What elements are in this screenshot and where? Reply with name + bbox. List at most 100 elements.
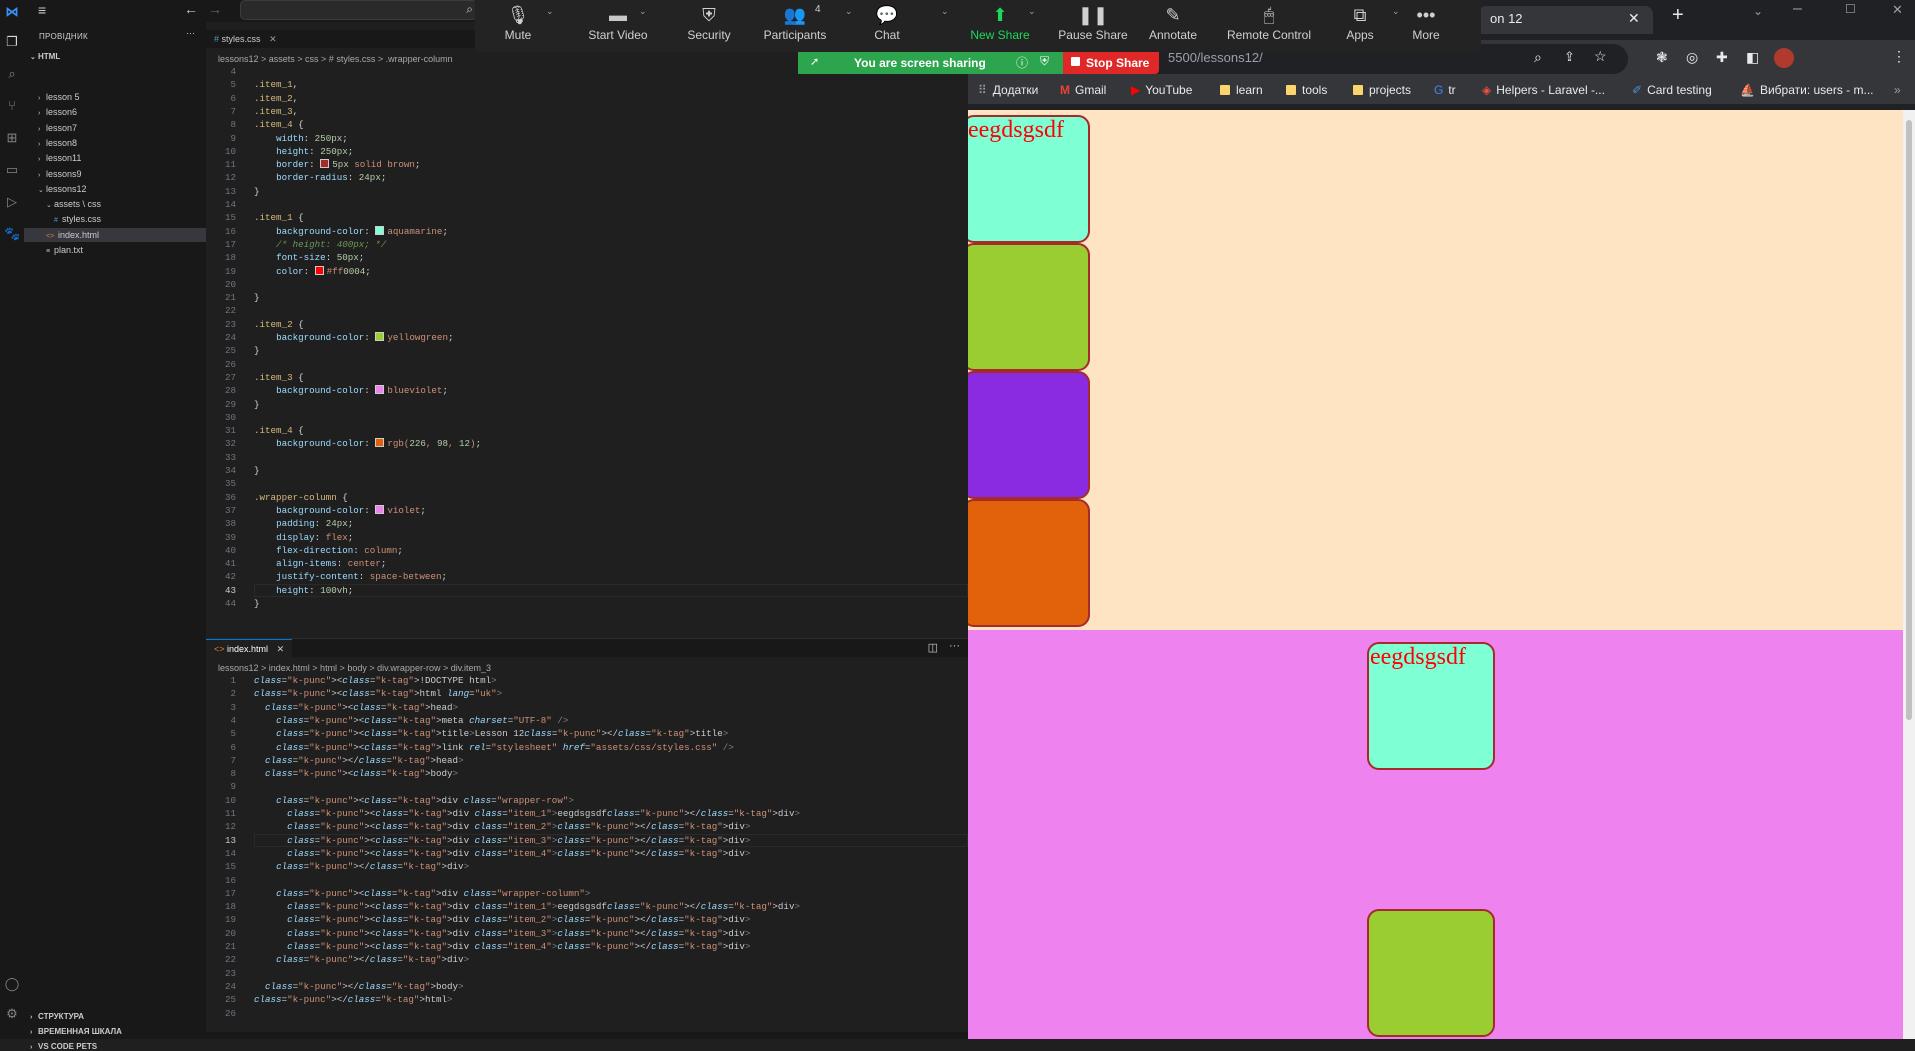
annotate-button[interactable]: ✎ Annotate	[1137, 0, 1209, 52]
youtube-bookmark[interactable]: ▶ YouTube	[1131, 83, 1192, 97]
tree-item[interactable]: › lesson 5	[24, 90, 206, 104]
html-breadcrumb[interactable]: lessons12 > index.html > html > body > d…	[218, 661, 491, 675]
code-line[interactable]: class="k-punc"><class="k-tag">div class=…	[254, 835, 750, 846]
timeline-section[interactable]: › ВРЕМЕННАЯ ШКАЛА	[30, 1027, 122, 1036]
code-line[interactable]: background-color: rgb(226, 98, 12);	[254, 438, 481, 449]
code-line[interactable]: class="k-punc"><class="k-tag">title>Less…	[254, 728, 728, 739]
apps-bookmark[interactable]: ⠿ Додатки	[978, 83, 1038, 97]
code-line[interactable]: }	[254, 399, 260, 410]
share-icon[interactable]: ⇪	[1564, 49, 1575, 65]
code-line[interactable]: padding: 24px;	[254, 518, 353, 529]
close-tab-icon[interactable]: ✕	[277, 644, 285, 654]
code-line[interactable]: border: 5px solid brown;	[254, 159, 420, 170]
share-caret-icon[interactable]: ⌄	[1028, 6, 1036, 17]
code-line[interactable]: /* height: 400px; */	[254, 239, 386, 250]
html-editor[interactable]: <> index.html ✕ ◫ ··· lessons12 > index.…	[206, 638, 968, 1040]
avatar[interactable]	[1774, 48, 1794, 68]
apps-caret-icon[interactable]: ⌄	[1392, 6, 1400, 17]
maximize-icon[interactable]: ☐	[1845, 2, 1856, 16]
more-bookmarks-icon[interactable]: »	[1894, 83, 1901, 97]
info-icon[interactable]: ⓘ	[1016, 54, 1028, 71]
extension-icon[interactable]: ❃	[1656, 49, 1668, 66]
browser-tab[interactable]: on 12 ✕	[1478, 6, 1653, 34]
tree-item[interactable]: › lesson11	[24, 151, 206, 165]
code-line[interactable]: class="k-punc"><class="k-tag">html lang=…	[254, 688, 502, 699]
bookmark-star-icon[interactable]: ☆	[1594, 48, 1607, 65]
code-line[interactable]: class="k-punc"><class="k-tag">div class=…	[254, 821, 750, 832]
code-line[interactable]: }	[254, 292, 260, 303]
minimize-icon[interactable]: –	[1793, 0, 1802, 18]
tree-item[interactable]: › lesson7	[24, 121, 206, 135]
extensions-icon[interactable]: ⊞	[4, 130, 20, 146]
side-panel-icon[interactable]: ◧	[1746, 49, 1759, 66]
command-center-search[interactable]: ⌕	[240, 0, 478, 20]
code-line[interactable]: .item_4 {	[254, 119, 304, 130]
stop-share-button[interactable]: Stop Share	[1063, 52, 1159, 74]
code-line[interactable]: height: 250px;	[254, 146, 353, 157]
code-line[interactable]: flex-direction: column;	[254, 545, 403, 556]
tab-search-icon[interactable]: ⌄	[1753, 4, 1763, 18]
projects-bookmark[interactable]: projects	[1353, 83, 1411, 97]
browser-menu-icon[interactable]: ⋮	[1892, 48, 1906, 65]
split-editor-icon[interactable]: ◫	[928, 641, 938, 654]
code-line[interactable]: class="k-punc"><class="k-tag">link rel="…	[254, 742, 734, 753]
mute-button[interactable]: 🎙 Mute	[483, 0, 553, 52]
extensions-puzzle-icon[interactable]: ✚	[1716, 49, 1728, 66]
settings-gear-icon[interactable]: ⚙	[4, 1006, 20, 1022]
search-icon[interactable]: ⌕	[4, 66, 20, 82]
code-line[interactable]: background-color: aquamarine;	[254, 225, 448, 237]
code-line[interactable]: class="k-punc"><class="k-tag">div class=…	[254, 795, 574, 806]
code-line[interactable]: class="k-punc"><class="k-tag">div class=…	[254, 941, 750, 952]
code-line[interactable]: .item_2 {	[254, 319, 304, 330]
tree-item[interactable]: › lessons9	[24, 167, 206, 181]
chat-button[interactable]: 💬 Chat	[847, 0, 927, 52]
code-line[interactable]: .item_1 {	[254, 212, 304, 223]
source-control-icon[interactable]: ⑂	[4, 98, 20, 114]
extension-icon[interactable]: ◎	[1686, 49, 1698, 66]
code-line[interactable]: width: 250px;	[254, 133, 348, 144]
scrollbar-thumb[interactable]	[1906, 120, 1912, 720]
explorer-more-icon[interactable]: ···	[186, 28, 195, 38]
video-options-caret-icon[interactable]: ⌄	[639, 6, 647, 17]
code-line[interactable]: class="k-punc"></class="k-tag">html>	[254, 994, 453, 1005]
code-line[interactable]: class="k-punc"><class="k-tag">!DOCTYPE h…	[254, 675, 497, 686]
pause-share-button[interactable]: ❚❚ Pause Share	[1053, 0, 1133, 52]
code-line[interactable]: class="k-punc"><class="k-tag">div class=…	[254, 888, 590, 899]
code-line[interactable]: .item_2,	[254, 93, 298, 104]
code-line[interactable]: }	[254, 598, 260, 609]
code-line[interactable]: }	[254, 465, 260, 476]
translate-bookmark[interactable]: Gtr	[1434, 83, 1456, 97]
page-scrollbar[interactable]	[1903, 110, 1915, 1039]
code-line[interactable]: class="k-punc"><class="k-tag">div class=…	[254, 808, 800, 819]
card-testing-bookmark[interactable]: ✐ Card testing	[1632, 83, 1712, 97]
code-line[interactable]: justify-content: space-between;	[254, 571, 447, 582]
tree-item[interactable]: ≡ plan.txt	[24, 243, 206, 257]
code-line[interactable]: }	[254, 186, 260, 197]
more-button[interactable]: ••• More	[1399, 0, 1453, 52]
tree-item[interactable]: › lesson8	[24, 136, 206, 150]
code-line[interactable]: .item_3 {	[254, 372, 304, 383]
code-line[interactable]: class="k-punc"></class="k-tag">head>	[254, 755, 464, 766]
code-line[interactable]: font-size: 50px;	[254, 252, 364, 263]
root-folder[interactable]: ⌄ HTML	[30, 52, 60, 61]
tree-item[interactable]: <> index.html	[24, 227, 206, 242]
code-line[interactable]: class="k-punc"><class="k-tag">div class=…	[254, 914, 750, 925]
forward-arrow-icon[interactable]: →	[208, 1, 222, 17]
code-line[interactable]: class="k-punc"></class="k-tag">div>	[254, 954, 469, 965]
code-line[interactable]: class="k-punc"><class="k-tag">div class=…	[254, 901, 800, 912]
code-line[interactable]: display: flex;	[254, 532, 353, 543]
start-video-button[interactable]: ▬ Start Video	[573, 0, 663, 52]
tree-item[interactable]: # styles.css	[24, 212, 206, 226]
tools-bookmark[interactable]: tools	[1286, 83, 1327, 97]
tree-item[interactable]: › lesson6	[24, 105, 206, 119]
explorer-icon[interactable]: ❐	[4, 34, 20, 50]
security-button[interactable]: ⛨ Security	[675, 0, 743, 52]
participants-button[interactable]: 👥 Participants	[745, 0, 845, 52]
code-line[interactable]: background-color: yellowgreen;	[254, 332, 453, 343]
tree-item[interactable]: ⌄ assets \ css	[24, 197, 206, 211]
code-line[interactable]: .wrapper-column {	[254, 492, 348, 503]
code-line[interactable]: }	[254, 345, 260, 356]
users-bookmark[interactable]: ⛵ Вибрати: users - m...	[1740, 83, 1874, 97]
code-line[interactable]: align-items: center;	[254, 558, 386, 569]
gmail-bookmark[interactable]: M Gmail	[1060, 83, 1106, 97]
